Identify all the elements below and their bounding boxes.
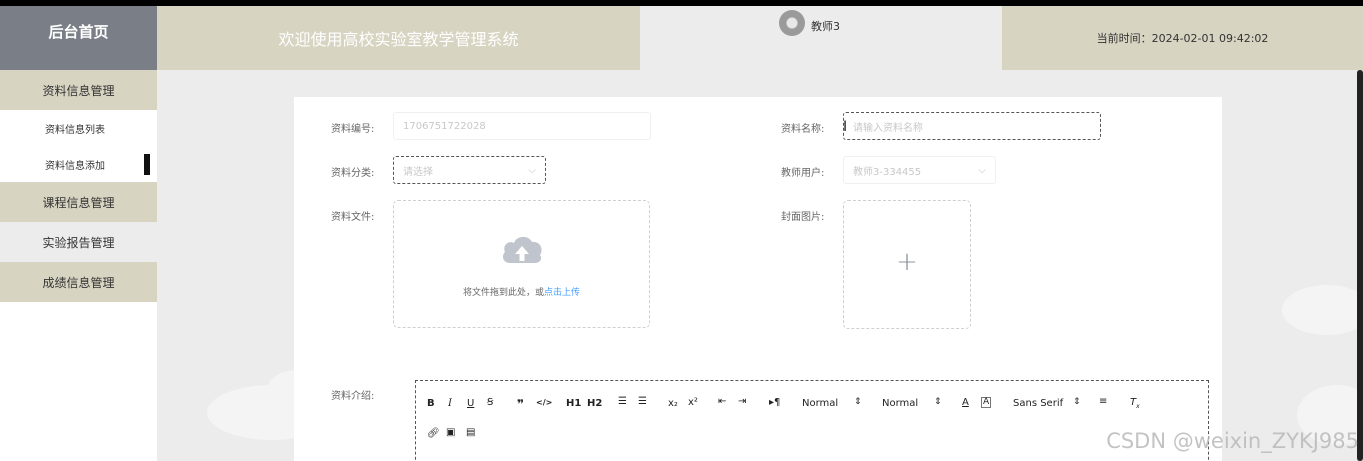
- username[interactable]: 教师3: [811, 18, 840, 34]
- current-time: 当前时间：2024-02-01 09:42:02: [1002, 6, 1363, 70]
- image-icon[interactable]: ▣: [446, 427, 455, 438]
- main-content: 资料编号: 1706751722028 资料名称: 请输入资料名称 I 资料分类…: [157, 70, 1363, 461]
- teacher-value: 教师3-334455: [853, 166, 922, 178]
- font-select[interactable]: Sans Serif: [1013, 398, 1063, 409]
- welcome-banner: 欢迎使用高校实验室教学管理系统: [157, 6, 640, 70]
- chevron-down-icon: ⌵: [528, 165, 536, 176]
- teacher-select[interactable]: 教师3-334455 ⌵: [843, 156, 996, 184]
- sidebar: 资料信息管理 资料信息列表 资料信息添加 课程信息管理 实验报告管理 成绩信息管…: [0, 70, 157, 461]
- name-field[interactable]: 请输入资料名称: [843, 112, 1101, 140]
- category-label: 资料分类:: [331, 168, 375, 179]
- upload-hint-text: 将文件拖到此处，或: [462, 288, 544, 298]
- scrollbar-track[interactable]: [1357, 70, 1363, 461]
- underline-button[interactable]: U: [467, 398, 474, 409]
- updown-icon: ⇕: [854, 397, 862, 407]
- background-cloud: [1282, 285, 1363, 335]
- size-select[interactable]: Normal: [882, 398, 918, 409]
- h2-button[interactable]: H2: [587, 398, 602, 409]
- cover-label: 封面图片:: [781, 212, 825, 223]
- id-label: 资料编号:: [331, 124, 375, 135]
- updown-icon: ⇕: [1073, 397, 1081, 407]
- rich-text-editor[interactable]: B I U Ꞩ ❞ </> H1 H2 ☰ ☰ x₂ x² ⇤ ⇥ ▸¶ Nor…: [415, 380, 1209, 461]
- updown-icon: ⇕: [934, 397, 942, 407]
- scrollbar-thumb[interactable]: [1357, 70, 1363, 461]
- upload-link[interactable]: 点击上传: [544, 288, 580, 298]
- sidebar-item-materials-list[interactable]: 资料信息列表: [0, 110, 157, 146]
- background-color-icon[interactable]: A: [981, 397, 992, 408]
- menu-group-grades[interactable]: 成绩信息管理: [0, 262, 157, 302]
- subscript-icon[interactable]: x₂: [668, 398, 678, 409]
- superscript-icon[interactable]: x²: [688, 397, 698, 408]
- id-field[interactable]: 1706751722028: [393, 112, 651, 140]
- file-label: 资料文件:: [331, 212, 375, 223]
- form-card: 资料编号: 1706751722028 资料名称: 请输入资料名称 I 资料分类…: [294, 97, 1222, 461]
- category-select[interactable]: 请选择 ⌵: [393, 156, 546, 184]
- sidebar-item-label: 资料信息列表: [45, 124, 105, 136]
- category-placeholder: 请选择: [403, 166, 433, 178]
- teacher-label: 教师用户:: [781, 168, 825, 179]
- upload-hint: 将文件拖到此处，或点击上传: [394, 285, 649, 298]
- align-icon[interactable]: ≡: [1099, 396, 1107, 407]
- sidebar-item-materials-add[interactable]: 资料信息添加: [0, 146, 157, 182]
- strike-icon[interactable]: Ꞩ: [487, 397, 493, 408]
- bullet-list-icon[interactable]: ☰: [638, 396, 647, 407]
- bold-button[interactable]: B: [427, 398, 435, 409]
- header: 后台首页 欢迎使用高校实验室教学管理系统 教师3 当前时间：2024-02-01…: [0, 6, 1363, 70]
- intro-label: 资料介绍:: [331, 391, 375, 402]
- outdent-icon[interactable]: ⇤: [718, 396, 726, 407]
- text-cursor-icon: I: [843, 119, 848, 135]
- code-icon[interactable]: </>: [536, 398, 552, 407]
- active-marker: [144, 154, 150, 175]
- plus-icon: +: [896, 247, 918, 277]
- h1-button[interactable]: H1: [566, 398, 581, 409]
- indent-icon[interactable]: ⇥: [738, 396, 746, 407]
- italic-button[interactable]: I: [448, 398, 452, 409]
- cloud-upload-icon: [502, 236, 542, 263]
- home-link[interactable]: 后台首页: [0, 6, 157, 70]
- menu-group-courses[interactable]: 课程信息管理: [0, 182, 157, 222]
- file-upload-dropzone[interactable]: 将文件拖到此处，或点击上传: [393, 200, 650, 328]
- video-icon[interactable]: ▤: [466, 427, 475, 438]
- cover-upload-box[interactable]: +: [843, 200, 971, 329]
- watermark: CSDN @weixin_ZYKJ985: [1106, 429, 1359, 453]
- header-select[interactable]: Normal: [802, 398, 838, 409]
- user-box: 教师3: [640, 6, 1002, 70]
- ordered-list-icon[interactable]: ☰: [618, 396, 627, 407]
- chevron-down-icon: ⌵: [978, 165, 986, 176]
- link-icon[interactable]: 🔗︎: [427, 428, 440, 439]
- avatar[interactable]: [779, 10, 805, 36]
- text-color-icon[interactable]: A: [962, 397, 969, 408]
- text-direction-icon[interactable]: ▸¶: [769, 397, 780, 408]
- menu-group-reports[interactable]: 实验报告管理: [0, 222, 157, 262]
- menu-group-materials[interactable]: 资料信息管理: [0, 70, 157, 110]
- name-label: 资料名称:: [781, 124, 825, 135]
- sidebar-item-label: 资料信息添加: [45, 160, 105, 172]
- clear-format-icon[interactable]: Tx: [1130, 397, 1140, 410]
- blockquote-icon[interactable]: ❞: [517, 397, 524, 411]
